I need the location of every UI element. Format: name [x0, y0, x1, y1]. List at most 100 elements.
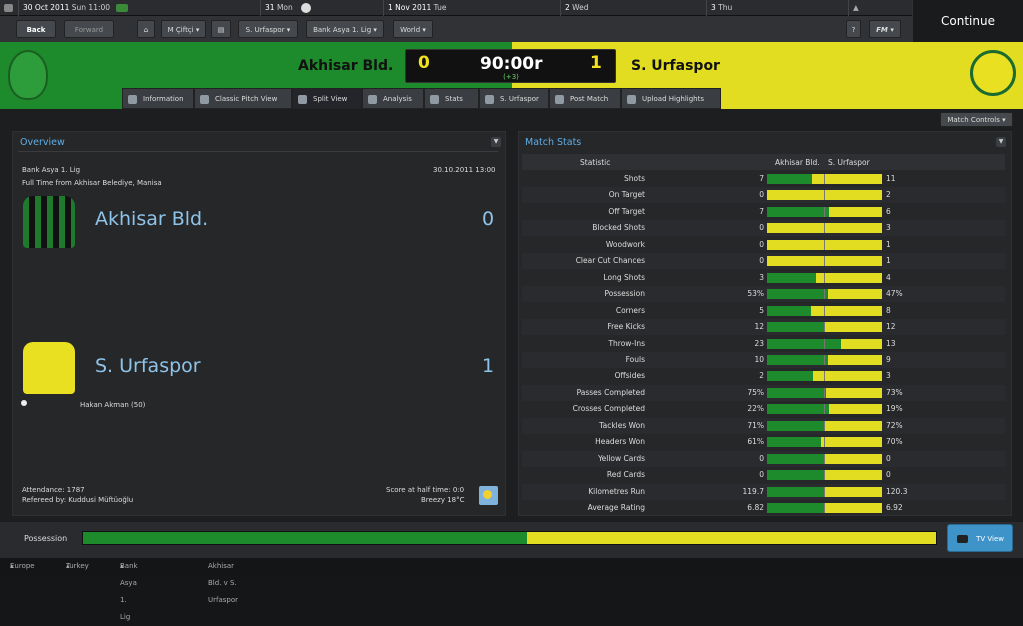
back-button[interactable]: Back — [16, 20, 56, 38]
inbox-icon: ▤ — [217, 26, 225, 34]
day-name: Wed — [572, 3, 589, 12]
tab-label: Classic Pitch View — [215, 95, 278, 103]
day-name: Thu — [718, 3, 733, 12]
world-menu[interactable]: World — [393, 20, 433, 38]
stat-row: Off Target 7 6 — [522, 204, 1005, 220]
stat-midline — [824, 503, 825, 513]
stat-home-value: 5 — [759, 306, 764, 315]
tab-post-match[interactable]: Post Match — [549, 88, 621, 109]
breadcrumb-item[interactable]: Bank Asya 1. Lig ▴ — [120, 558, 138, 621]
calendar-day[interactable]: 1 Nov 2011 Tue — [383, 0, 560, 16]
stat-away-value: 70% — [886, 437, 903, 446]
stat-comparison-bar — [767, 339, 882, 349]
overview-home-team[interactable]: Akhisar Bld. — [95, 208, 208, 230]
inbox-button[interactable]: ▤ — [211, 20, 231, 38]
stat-comparison-bar — [767, 322, 882, 332]
overview-menu-button[interactable]: ▼ — [491, 137, 501, 147]
tv-view-button[interactable]: TV View — [947, 524, 1013, 552]
stat-comparison-bar — [767, 470, 882, 480]
stat-row: Yellow Cards 0 0 — [522, 451, 1005, 467]
tab-label: Post Match — [570, 95, 609, 103]
stat-away-value: 120.3 — [886, 487, 908, 496]
stat-home-fill — [767, 273, 816, 283]
stat-home-fill — [767, 371, 813, 381]
club-label: S. Urfaspor — [245, 26, 285, 34]
stat-home-fill — [767, 421, 825, 431]
chevron-up-icon[interactable]: ▲ — [853, 3, 859, 12]
breadcrumb-label: Bank Asya 1. Lig — [120, 562, 138, 621]
day-number: 31 — [265, 3, 275, 12]
stat-label: Headers Won — [595, 437, 645, 446]
breadcrumb-item[interactable]: Europe ▴ — [10, 558, 35, 575]
club-menu[interactable]: S. Urfaspor — [238, 20, 298, 38]
tab-classic-pitch-view[interactable]: Classic Pitch View — [194, 88, 292, 109]
stat-label: Fouls — [625, 355, 645, 364]
overview-away-team[interactable]: S. Urfaspor — [95, 355, 201, 377]
stat-label: Yellow Cards — [598, 454, 645, 463]
stat-midline — [824, 322, 825, 332]
divider — [18, 151, 498, 152]
stat-away-value: 1 — [886, 256, 891, 265]
stat-home-value: 75% — [747, 388, 764, 397]
calendar-scroll[interactable]: ▲ — [848, 0, 912, 16]
day-number: 3 — [711, 3, 716, 12]
stat-comparison-bar — [767, 174, 882, 184]
stats-header-away: S. Urfaspor — [828, 158, 870, 167]
stat-home-fill — [767, 306, 811, 316]
calendar-day[interactable]: 31 Mon — [260, 0, 383, 16]
tab-information[interactable]: Information — [122, 88, 194, 109]
tab-upload-highlights[interactable]: Upload Highlights — [621, 88, 721, 109]
stat-comparison-bar — [767, 240, 882, 250]
match-clock: 90:00r — [480, 54, 543, 74]
referee[interactable]: Refereed by: Kuddusi Müftüoğlu — [22, 496, 133, 504]
calendar-icon[interactable] — [4, 4, 13, 12]
stat-midline — [824, 454, 825, 464]
weather-icon — [479, 486, 498, 505]
stat-row: Shots 7 11 — [522, 171, 1005, 187]
stat-away-value: 19% — [886, 404, 903, 413]
stat-home-value: 23 — [754, 339, 764, 348]
tab-label: Analysis — [383, 95, 412, 103]
stats-header-home: Akhisar Bld. — [775, 158, 820, 167]
tab-analysis[interactable]: Analysis — [362, 88, 424, 109]
stat-comparison-bar — [767, 454, 882, 464]
stat-midline — [824, 437, 825, 447]
stat-home-value: 0 — [759, 454, 764, 463]
competition-menu[interactable]: Bank Asya 1. Lig — [306, 20, 384, 38]
stat-home-value: 119.7 — [742, 487, 764, 496]
competition-link[interactable]: Bank Asya 1. Lig — [22, 166, 80, 174]
goal-scorer[interactable]: Hakan Akman (50) — [80, 401, 145, 409]
tab-stats[interactable]: Stats — [424, 88, 479, 109]
stat-home-fill — [767, 503, 825, 513]
match-controls-button[interactable]: Match Controls ▾ — [940, 112, 1013, 127]
stat-row: Average Rating 6.82 6.92 — [522, 500, 1005, 516]
stat-midline — [824, 404, 825, 414]
stat-home-value: 0 — [759, 240, 764, 249]
overview-panel — [12, 131, 506, 516]
manager-menu[interactable]: M Çiftçi — [161, 20, 206, 38]
calendar-day[interactable]: 2 Wed — [560, 0, 706, 16]
help-button[interactable]: ? — [846, 20, 861, 38]
calendar-day[interactable]: 3 Thu — [706, 0, 848, 16]
overview-title: Overview — [20, 137, 65, 148]
stat-label: Off Target — [608, 207, 645, 216]
header-away-team[interactable]: S. Urfaspor — [631, 58, 720, 74]
match-stats-menu-button[interactable]: ▼ — [996, 137, 1006, 147]
possession-home-fill — [83, 532, 527, 544]
team-icon — [485, 95, 494, 104]
stat-label: Average Rating — [587, 503, 645, 512]
day-number: 2 — [565, 3, 570, 12]
forward-button[interactable]: Forward — [64, 20, 114, 38]
calendar-today[interactable]: 30 Oct 2011 Sun 11:00 — [18, 0, 260, 16]
home-club-crest — [8, 50, 48, 100]
tab-team[interactable]: S. Urfaspor — [479, 88, 549, 109]
tab-split-view[interactable]: Split View — [292, 88, 362, 109]
analysis-icon — [368, 95, 377, 104]
continue-button[interactable]: Continue — [912, 0, 1023, 42]
header-home-team[interactable]: Akhisar Bld. — [298, 58, 393, 74]
stat-away-value: 47% — [886, 289, 903, 298]
home-button[interactable]: ⌂ — [137, 20, 155, 38]
fm-menu[interactable]: FM — [869, 20, 901, 38]
breadcrumb-item[interactable]: Turkey ▴ — [66, 558, 89, 575]
breadcrumb-label: Turkey — [66, 562, 89, 570]
